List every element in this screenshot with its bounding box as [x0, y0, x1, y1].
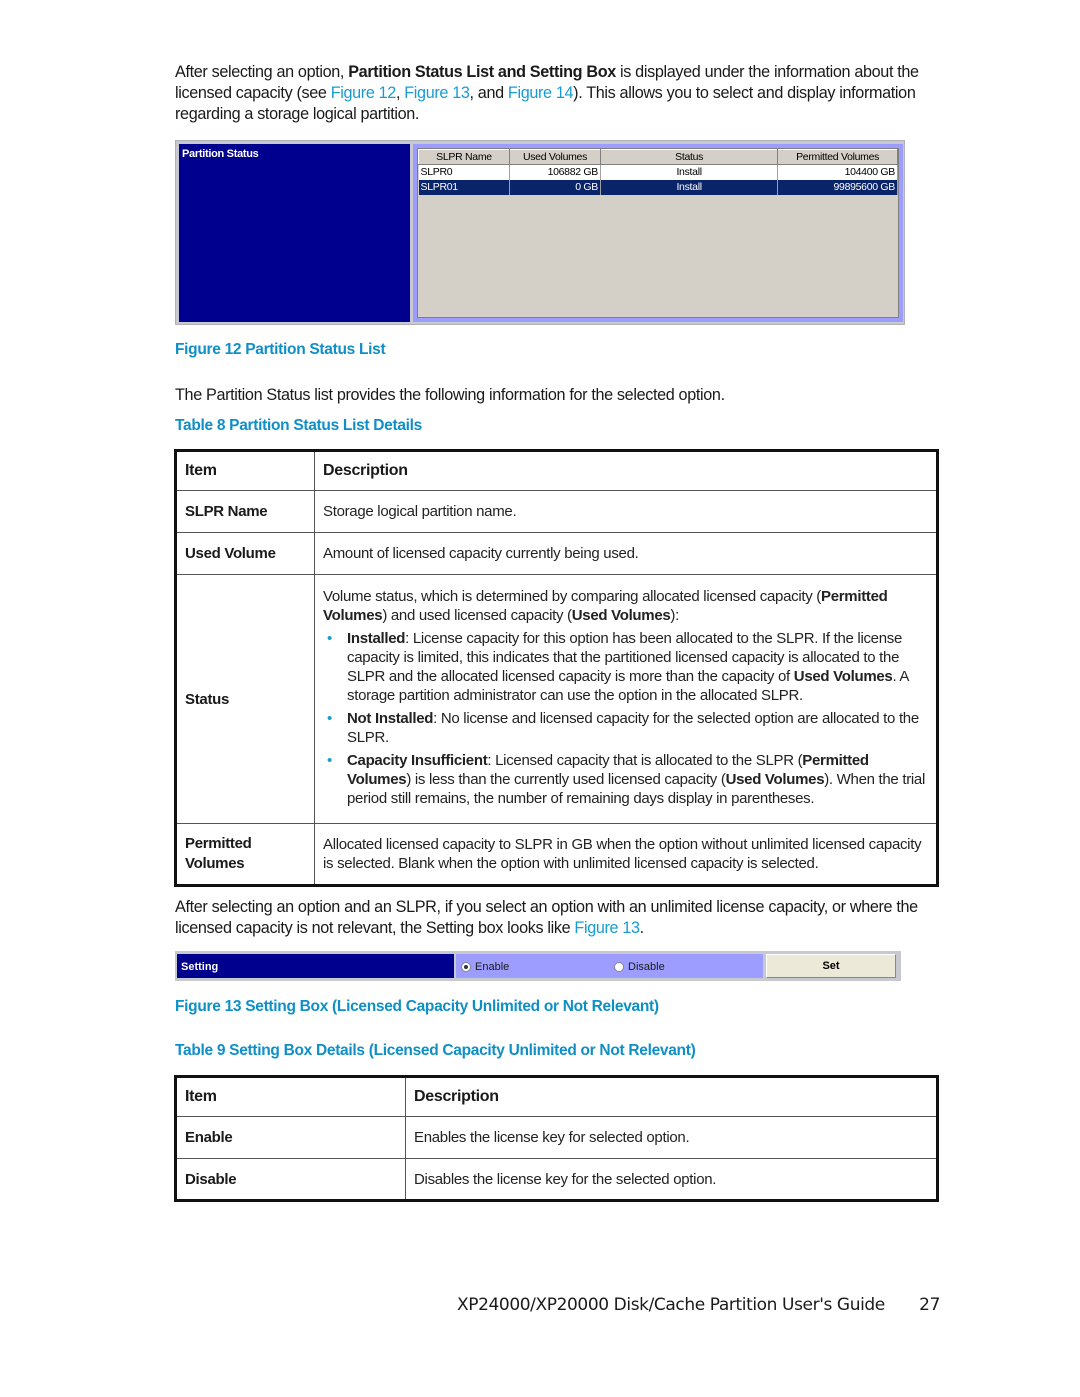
figure-13-link[interactable]: Figure 13	[404, 84, 470, 102]
item-cell: Disable	[175, 1158, 406, 1201]
description-cell: Enables the license key for selected opt…	[405, 1116, 938, 1159]
description-cell: Disables the license key for the selecte…	[405, 1158, 938, 1201]
used-volumes-cell: 106882 GB	[509, 164, 601, 180]
partition-status-panel: Partition Status	[179, 144, 410, 322]
item-header: Item	[175, 450, 315, 491]
table-row[interactable]: SLPR0 106882 GB Install 104400 GB	[418, 164, 898, 180]
used-volumes-cell: 0 GB	[509, 179, 601, 195]
status-cell: Install	[600, 179, 779, 195]
item-cell: SLPR Name	[175, 490, 315, 533]
figure-12-link[interactable]: Figure 12	[331, 84, 397, 102]
table-8-caption: Table 8 Partition Status List Details	[175, 417, 423, 434]
status-list-item-capacity-insufficient: • Capacity Insufficient: Licensed capaci…	[327, 751, 926, 807]
status-cell: Install	[600, 164, 779, 180]
status-intro: Volume status, which is determined by co…	[323, 587, 888, 624]
table-row: Permitted Volumes Allocated licensed cap…	[175, 823, 938, 886]
slpr-name-cell: SLPR0	[418, 164, 510, 180]
item-cell: Status	[175, 574, 315, 824]
partition-status-details-table: Item Description SLPR Name Storage logic…	[174, 449, 939, 887]
setting-box-figure: Setting Enable Disable Set	[175, 951, 901, 981]
partition-status-table: SLPR Name Used Volumes Status Permitted …	[418, 149, 898, 195]
setting-box-paragraph: After selecting an option and an SLPR, i…	[175, 898, 918, 937]
table-row: Used Volume Amount of licensed capacity …	[175, 532, 938, 575]
page-footer: XP24000/XP20000 Disk/Cache Partition Use…	[457, 1295, 940, 1315]
radio-selected-icon[interactable]	[461, 962, 471, 972]
bullet-icon: •	[327, 629, 332, 647]
item-cell: Enable	[175, 1116, 406, 1159]
intro-paragraph: After selecting an option, Partition Sta…	[175, 63, 919, 123]
table-row: SLPR Name Storage logical partition name…	[175, 490, 938, 533]
page-number: 27	[919, 1295, 940, 1315]
description-cell: Storage logical partition name.	[314, 490, 938, 533]
partition-status-figure: Partition Status SLPR Name Used Volumes …	[175, 140, 905, 325]
partition-status-list-container: SLPR Name Used Volumes Status Permitted …	[413, 144, 903, 322]
status-list-item-not-installed: • Not Installed: No license and licensed…	[327, 709, 919, 746]
permitted-volumes-cell: 104400 GB	[777, 164, 898, 180]
description-header: Description	[405, 1076, 938, 1117]
table-row: Disable Disables the license key for the…	[175, 1158, 938, 1201]
slpr-name-cell: SLPR01	[418, 179, 510, 195]
description-cell: Allocated licensed capacity to SLPR in G…	[314, 823, 938, 886]
item-cell: Permitted Volumes	[175, 823, 315, 886]
table-row: Status Volume status, which is determine…	[175, 574, 938, 824]
guide-title: XP24000/XP20000 Disk/Cache Partition Use…	[457, 1295, 885, 1315]
column-header-permitted-volumes[interactable]: Permitted Volumes	[777, 149, 898, 165]
setting-box-details-table: Item Description Enable Enables the lice…	[174, 1075, 939, 1202]
permitted-volumes-cell: 99895600 GB	[777, 179, 898, 195]
radio-unselected-icon[interactable]	[614, 962, 624, 972]
item-header: Item	[175, 1076, 406, 1117]
description-cell: Volume status, which is determined by co…	[314, 574, 938, 824]
description-cell: Amount of licensed capacity currently be…	[314, 532, 938, 575]
set-button[interactable]: Set	[766, 954, 896, 978]
setting-label: Setting	[177, 954, 454, 978]
figure-13-link[interactable]: Figure 13	[574, 919, 640, 937]
disable-radio[interactable]: Disable	[614, 961, 665, 973]
figure-14-link[interactable]: Figure 14	[508, 84, 574, 102]
bullet-icon: •	[327, 751, 332, 769]
bullet-icon: •	[327, 709, 332, 727]
column-header-slpr-name[interactable]: SLPR Name	[418, 149, 510, 165]
setting-radio-group: Enable Disable	[456, 954, 763, 978]
description-header: Description	[314, 450, 938, 491]
column-header-used-volumes[interactable]: Used Volumes	[509, 149, 601, 165]
figure-13-caption: Figure 13 Setting Box (Licensed Capacity…	[175, 998, 659, 1015]
table-9-caption: Table 9 Setting Box Details (Licensed Ca…	[175, 1042, 696, 1059]
table-header-row: Item Description	[175, 450, 938, 491]
status-list: • Installed: License capacity for this o…	[323, 629, 928, 808]
column-header-status[interactable]: Status	[599, 149, 779, 165]
figure-12-caption: Figure 12 Partition Status List	[175, 341, 386, 358]
status-list-item-installed: • Installed: License capacity for this o…	[327, 629, 909, 704]
table-row-selected[interactable]: SLPR01 0 GB Install 99895600 GB	[418, 179, 898, 195]
partition-status-paragraph: The Partition Status list provides the f…	[175, 386, 725, 404]
partition-status-title: Partition Status	[182, 148, 259, 160]
item-cell: Used Volume	[175, 532, 315, 575]
table-header-row: Item Description	[175, 1076, 938, 1117]
table-row: Enable Enables the license key for selec…	[175, 1116, 938, 1159]
enable-radio[interactable]: Enable	[461, 961, 509, 973]
partition-status-grid: SLPR Name Used Volumes Status Permitted …	[417, 148, 899, 318]
